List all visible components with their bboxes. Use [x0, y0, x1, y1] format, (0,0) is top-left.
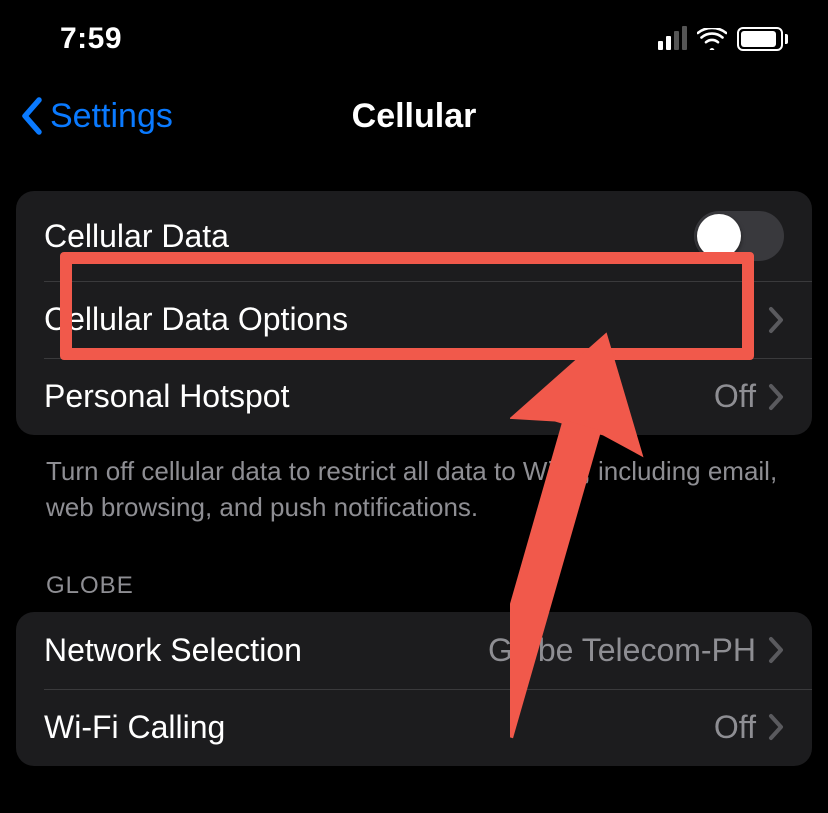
settings-group-cellular: Cellular Data Cellular Data Options Pers…	[16, 191, 812, 435]
back-label: Settings	[50, 97, 173, 136]
row-label: Wi-Fi Calling	[44, 709, 225, 746]
wifi-icon	[697, 28, 727, 50]
row-wifi-calling[interactable]: Wi-Fi Calling Off	[16, 689, 812, 766]
row-label: Cellular Data Options	[44, 301, 348, 338]
row-label: Network Selection	[44, 632, 302, 669]
section-header-carrier: GLOBE	[16, 526, 812, 612]
row-cellular-data[interactable]: Cellular Data	[16, 191, 812, 281]
toggle-knob-icon	[697, 214, 741, 258]
row-cellular-data-options[interactable]: Cellular Data Options	[16, 281, 812, 358]
status-bar: 7:59	[0, 0, 828, 66]
chevron-right-icon	[768, 306, 784, 334]
chevron-left-icon	[20, 97, 44, 135]
chevron-right-icon	[768, 383, 784, 411]
back-button[interactable]: Settings	[20, 97, 173, 136]
chevron-right-icon	[768, 636, 784, 664]
row-value: Globe Telecom-PH	[488, 632, 756, 669]
content: Cellular Data Cellular Data Options Pers…	[0, 156, 828, 766]
battery-icon	[737, 27, 788, 51]
status-time: 7:59	[60, 22, 122, 56]
chevron-right-icon	[768, 713, 784, 741]
row-label: Personal Hotspot	[44, 378, 289, 415]
cellular-data-toggle[interactable]	[694, 211, 784, 261]
row-value: Off	[714, 709, 756, 746]
status-icons	[658, 27, 788, 51]
row-network-selection[interactable]: Network Selection Globe Telecom-PH	[16, 612, 812, 689]
page-title: Cellular	[352, 97, 477, 136]
row-value: Off	[714, 378, 756, 415]
group-footer-text: Turn off cellular data to restrict all d…	[16, 435, 812, 526]
cellular-signal-icon	[658, 28, 687, 50]
row-label: Cellular Data	[44, 218, 229, 255]
row-personal-hotspot[interactable]: Personal Hotspot Off	[16, 358, 812, 435]
nav-header: Settings Cellular	[0, 66, 828, 156]
settings-group-carrier: Network Selection Globe Telecom-PH Wi-Fi…	[16, 612, 812, 766]
